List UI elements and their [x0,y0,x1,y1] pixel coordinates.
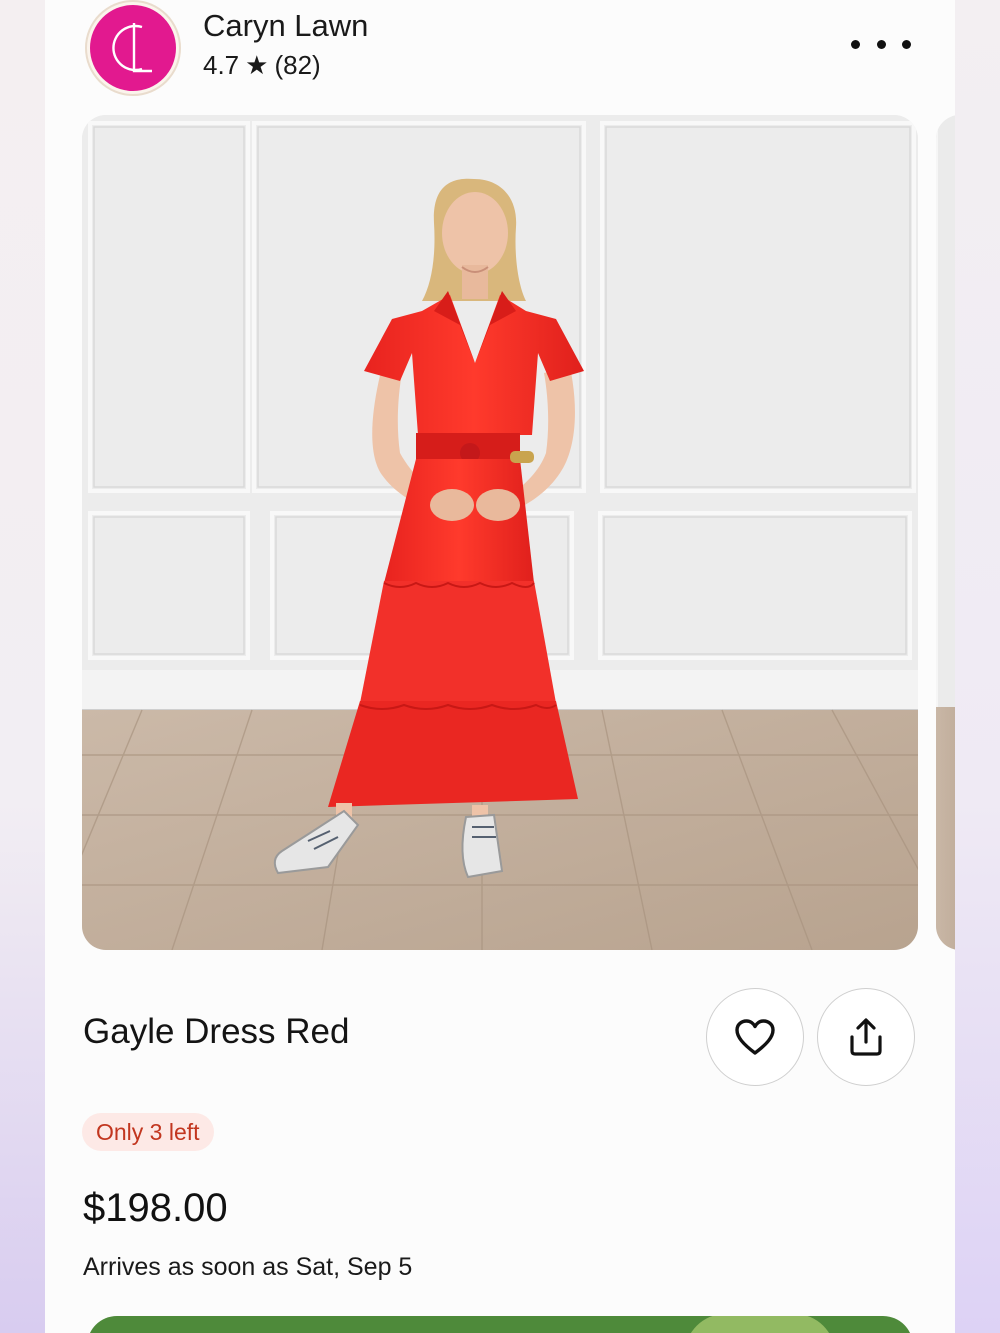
more-options-button[interactable] [851,26,911,62]
next-product-image[interactable] [936,115,955,950]
dot-icon [876,39,886,49]
background-left [0,0,45,1333]
shop-avatar[interactable] [85,0,181,96]
shop-rating[interactable]: 4.7 ★ (82) [203,50,321,81]
star-icon: ★ [245,50,269,80]
delivery-estimate: Arrives as soon as Sat, Sep 5 [83,1253,413,1281]
next-image-wall [936,115,955,707]
product-sheet: Caryn Lawn 4.7 ★ (82) Gayle Dress Red On… [45,0,955,1333]
heart-icon [735,1019,775,1055]
product-image[interactable] [82,115,918,950]
background-right [955,0,1000,1333]
dot-icon [902,39,911,49]
product-title: Gayle Dress Red [83,1012,350,1051]
rating-value: 4.7 [203,50,240,80]
shop-logo [112,23,152,73]
product-price: $198.00 [83,1186,228,1230]
dot-icon [851,39,860,49]
stock-badge: Only 3 left [82,1113,214,1151]
add-to-cart-button[interactable] [87,1316,913,1333]
review-count: (82) [274,50,321,80]
share-icon [850,1018,882,1056]
favorite-button[interactable] [706,988,804,1086]
share-button[interactable] [817,988,915,1086]
next-image-floor [936,707,955,950]
product-photo [82,115,918,950]
cta-decoration [685,1316,835,1333]
shop-logo-badge [90,5,176,91]
shop-name[interactable]: Caryn Lawn [203,8,368,44]
